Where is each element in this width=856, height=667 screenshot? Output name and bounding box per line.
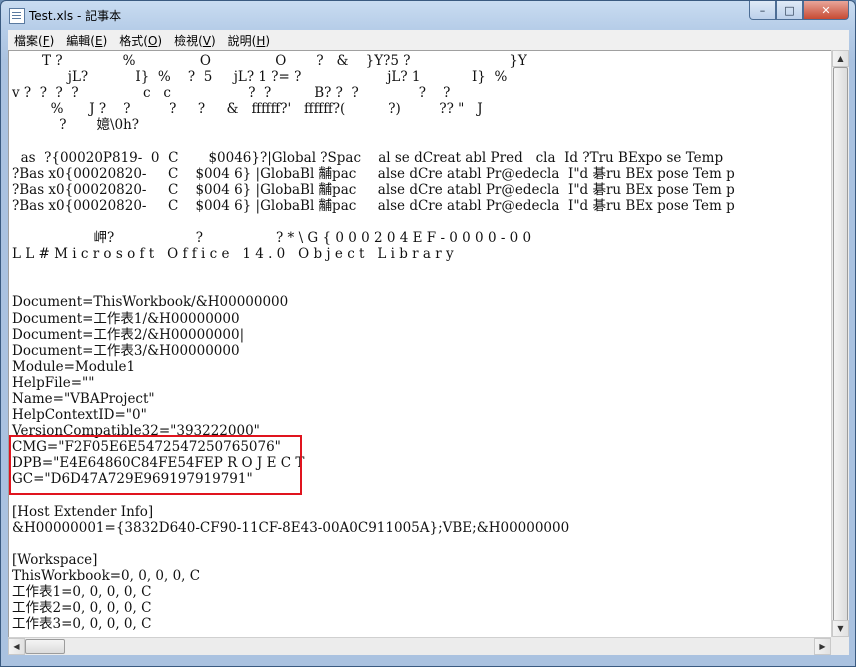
scroll-right-button[interactable]: ▶ [814, 638, 831, 655]
maximize-button[interactable]: □ [776, 1, 803, 20]
scroll-down-button[interactable]: ▼ [832, 620, 849, 637]
notepad-window: Test.xls - 記事本 – □ ✕ 檔案(F) 編輯(E) 格式(O) 檢… [0, 0, 856, 667]
size-grip[interactable] [831, 637, 849, 655]
minimize-button[interactable]: – [749, 1, 776, 20]
scroll-up-button[interactable]: ▲ [832, 50, 849, 67]
document-text[interactable]: T ? % O O ? & }Y?5 ? }Y jL? I} % ? 5 jL?… [9, 51, 831, 632]
menu-edit[interactable]: 編輯(E) [60, 32, 113, 49]
menu-format[interactable]: 格式(O) [113, 32, 168, 49]
horizontal-scrollbar[interactable]: ◀ ▶ [8, 637, 831, 655]
scroll-left-button[interactable]: ◀ [8, 638, 25, 655]
menu-bar: 檔案(F) 編輯(E) 格式(O) 檢視(V) 說明(H) [8, 30, 849, 50]
window-title: Test.xls - 記事本 [29, 9, 122, 23]
text-editor[interactable]: T ? % O O ? & }Y?5 ? }Y jL? I} % ? 5 jL?… [8, 50, 831, 638]
title-bar[interactable]: Test.xls - 記事本 – □ ✕ [1, 1, 855, 29]
caption-buttons: – □ ✕ [749, 1, 849, 20]
notepad-icon[interactable] [9, 8, 25, 24]
vertical-scrollbar[interactable]: ▲ ▼ [831, 50, 849, 637]
vertical-scroll-thumb[interactable] [833, 67, 848, 625]
menu-view[interactable]: 檢視(V) [168, 32, 222, 49]
horizontal-scroll-thumb[interactable] [25, 639, 65, 654]
menu-file[interactable]: 檔案(F) [8, 32, 60, 49]
close-button[interactable]: ✕ [803, 1, 849, 20]
menu-help[interactable]: 說明(H) [222, 32, 276, 49]
highlight-box [9, 435, 302, 495]
